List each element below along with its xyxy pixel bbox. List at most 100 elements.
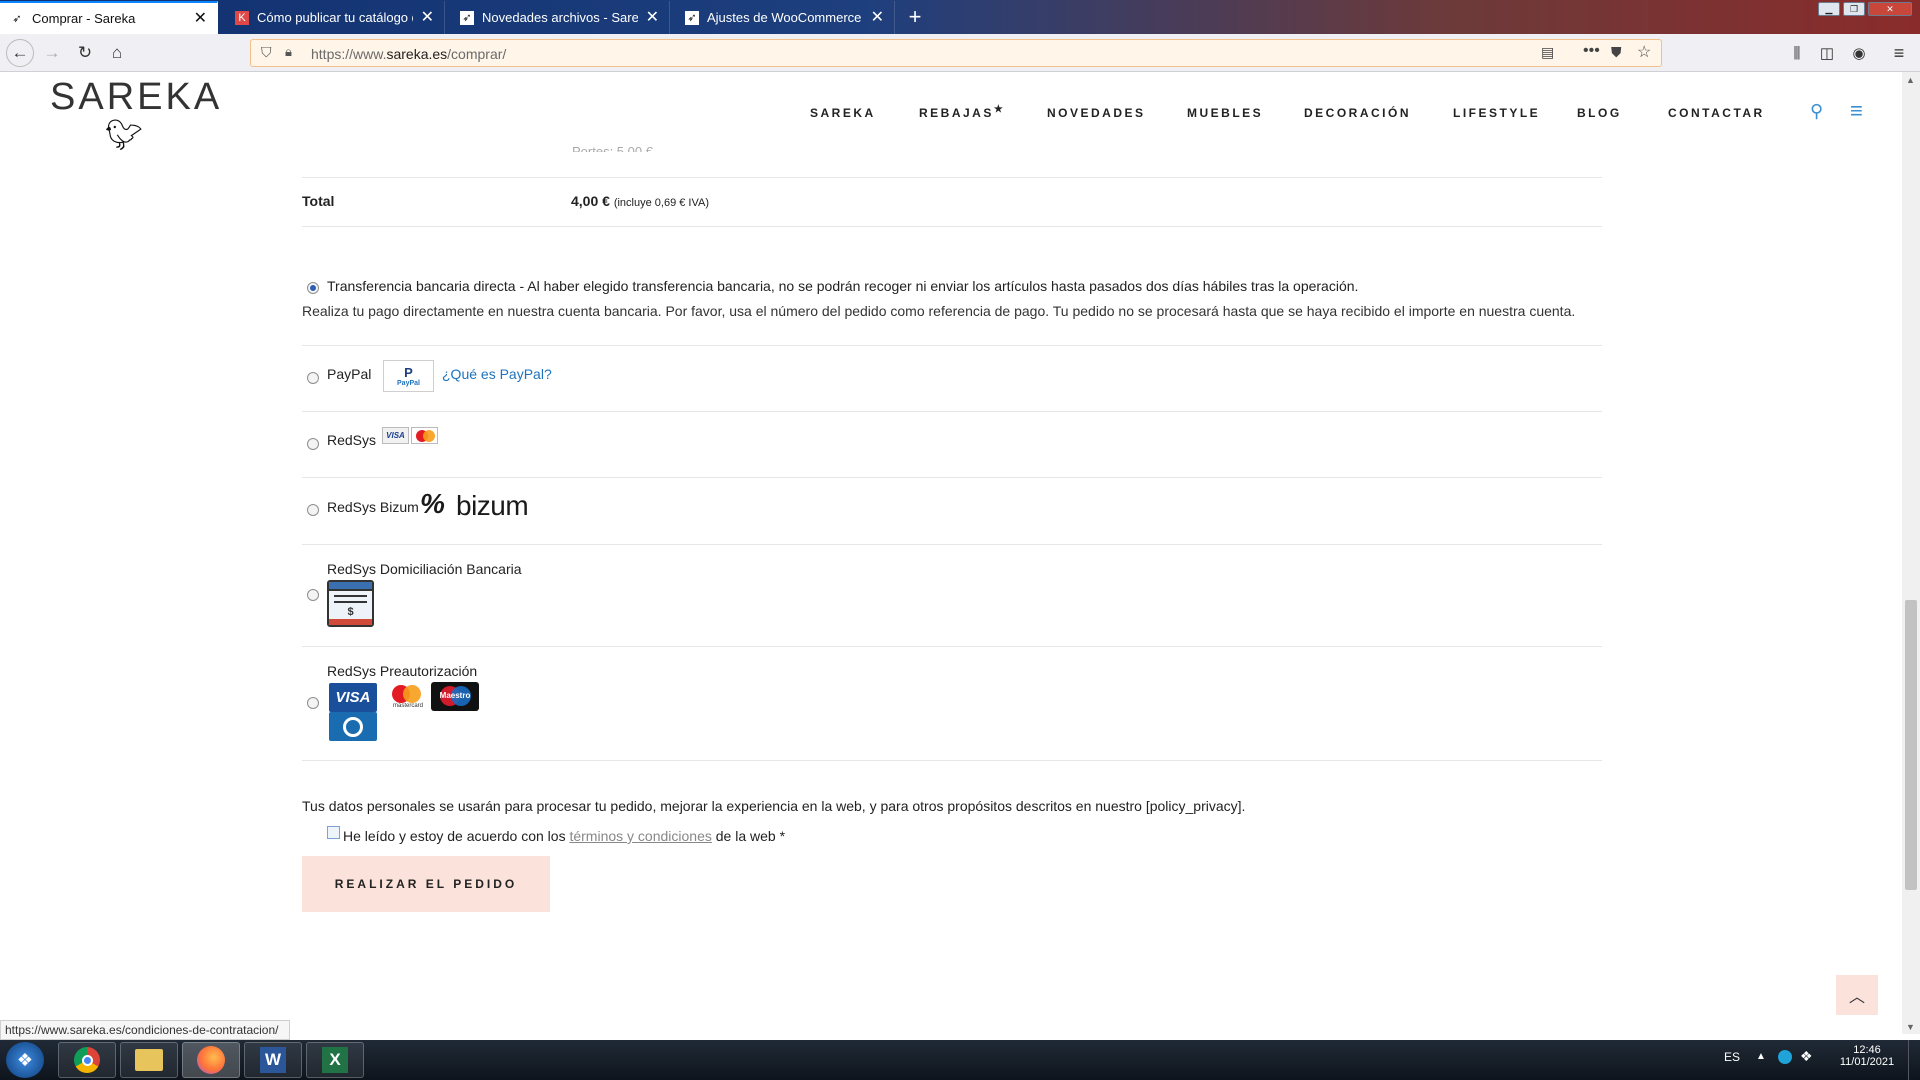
site-logo[interactable]: SAREKA <box>50 76 222 119</box>
browser-nav-bar: ← → ↻ ⌂ ⛉ 🔒︎ https://www.sareka.es/compr… <box>0 34 1920 72</box>
home-icon[interactable]: ⌂ <box>103 39 131 67</box>
chrome-taskbar-icon[interactable] <box>58 1042 116 1078</box>
privacy-text: Tus datos personales se usarán para proc… <box>302 798 1246 814</box>
bizum-label: RedSys Bizum <box>327 499 419 515</box>
clock[interactable]: 12:46 11/01/2021 <box>1832 1044 1902 1068</box>
tab-woocommerce[interactable]: ➶ Ajustes de WooCommerce < Sa ✕ <box>675 1 895 34</box>
bird-icon: ➶ <box>12 13 22 25</box>
account-icon[interactable]: ◉ <box>1845 39 1873 67</box>
pocket-icon[interactable]: ⛊ <box>1611 44 1622 61</box>
start-button-icon[interactable]: ❖ <box>6 1042 44 1078</box>
divider <box>302 544 1602 545</box>
bookmark-star-icon[interactable]: ☆ <box>1637 42 1651 62</box>
radio-redsys[interactable] <box>307 438 319 450</box>
tab-novedades[interactable]: ➶ Novedades archivos - Sareka ✕ <box>450 1 670 34</box>
domiciliacion-label: RedSys Domiciliación Bancaria <box>327 561 522 577</box>
mastercard-icon: mastercard <box>384 683 432 712</box>
divider <box>302 411 1602 412</box>
excel-taskbar-icon[interactable]: X <box>306 1042 364 1078</box>
tab-comprar[interactable]: ➶ Comprar - Sareka ✕ <box>0 1 218 34</box>
tab-title: Ajustes de WooCommerce < Sa <box>707 10 863 25</box>
menu-muebles[interactable]: MUEBLES <box>1187 106 1263 120</box>
menu-blog[interactable]: BLOG <box>1577 106 1622 120</box>
divider <box>302 760 1602 761</box>
scroll-up-arrow-icon[interactable]: ▲ <box>1906 75 1915 85</box>
total-label: Total <box>302 193 335 209</box>
word-taskbar-icon[interactable]: W <box>244 1042 302 1078</box>
site-favicon-icon: K <box>235 10 249 25</box>
bank-calendar-icon: $ <box>327 580 374 627</box>
new-tab-plus-icon[interactable]: + <box>900 3 930 31</box>
radio-transferencia[interactable] <box>307 282 319 294</box>
reload-icon[interactable]: ↻ <box>71 39 99 67</box>
close-tab-icon[interactable]: ✕ <box>421 9 434 26</box>
back-arrow-icon[interactable]: ← <box>6 39 34 67</box>
menu-toggle-icon[interactable]: ≡ <box>1850 98 1863 124</box>
close-tab-icon[interactable]: ✕ <box>871 9 884 26</box>
hamburger-menu-icon[interactable]: ≡ <box>1885 39 1913 67</box>
terms-checkbox[interactable] <box>327 826 340 839</box>
close-tab-icon[interactable]: ✕ <box>646 9 659 26</box>
mastercard-icon <box>411 427 438 444</box>
shipping-cut-line: Portes: 5,00 € <box>572 144 653 152</box>
paypal-p-icon: P <box>404 365 413 380</box>
file-explorer-taskbar-icon[interactable] <box>120 1042 178 1078</box>
terms-link[interactable]: términos y condiciones <box>569 828 711 844</box>
library-icon[interactable]: ⫼ <box>1783 39 1811 67</box>
transfer-description: Realiza tu pago directamente en nuestra … <box>302 303 1576 319</box>
radio-preautorizacion[interactable] <box>307 697 319 709</box>
terms-suffix: de la web * <box>715 828 786 844</box>
url-text: https://www.sareka.es/comprar/ <box>311 46 507 62</box>
more-actions-icon[interactable]: ••• <box>1583 42 1600 60</box>
menu-novedades[interactable]: NOVEDADES <box>1047 106 1146 120</box>
close-window-icon[interactable]: ✕ <box>1868 2 1912 16</box>
language-indicator[interactable]: ES <box>1724 1050 1740 1064</box>
windows-taskbar: ❖ W X ES ▲ ❖ 12:46 11/01/2021 <box>0 1040 1920 1080</box>
paypal-logo-text: PayPal <box>397 380 420 387</box>
divider <box>302 177 1602 178</box>
forward-arrow-icon[interactable]: → <box>38 39 66 67</box>
search-icon[interactable]: ⚲ <box>1810 101 1823 122</box>
menu-rebajas[interactable]: REBAJAS★ <box>919 104 1005 120</box>
menu-contactar[interactable]: CONTACTAR <box>1668 106 1765 120</box>
skype-tray-icon[interactable] <box>1778 1050 1792 1064</box>
address-bar[interactable]: ⛉ 🔒︎ https://www.sareka.es/comprar/ ▤ ••… <box>250 39 1662 67</box>
maestro-text: Maestro <box>439 691 471 700</box>
shield-icon[interactable]: ⛉ <box>261 44 272 61</box>
minimize-icon[interactable]: ▁ <box>1818 2 1840 16</box>
radio-bizum[interactable] <box>307 504 319 516</box>
clock-date: 11/01/2021 <box>1839 1056 1895 1068</box>
terms-line: He leído y estoy de acuerdo con los térm… <box>343 828 785 844</box>
redsys-label: RedSys <box>327 432 377 448</box>
show-desktop-button[interactable] <box>1908 1040 1920 1080</box>
menu-sareka[interactable]: SAREKA <box>810 106 876 120</box>
preauth-label: RedSys Preautorización <box>327 663 478 679</box>
visa-card-icon: VISA <box>382 427 409 444</box>
tab-title: Novedades archivos - Sareka <box>482 10 638 25</box>
divider <box>302 646 1602 647</box>
lock-icon[interactable]: 🔒︎ <box>285 44 292 60</box>
tab-title: Comprar - Sareka <box>32 11 136 26</box>
sidebar-icon[interactable]: ◫ <box>1813 39 1841 67</box>
dropbox-tray-icon[interactable]: ❖ <box>1800 1048 1813 1065</box>
maximize-icon[interactable]: ❐ <box>1843 2 1865 16</box>
divider <box>302 226 1602 227</box>
firefox-taskbar-icon[interactable] <box>182 1042 240 1078</box>
scrollbar-thumb[interactable] <box>1905 600 1917 890</box>
scroll-to-top-button[interactable]: ︿ <box>1836 975 1878 1015</box>
browser-tab-bar: ➶ Comprar - Sareka ✕ K Cómo publicar tu … <box>0 0 1920 34</box>
what-is-paypal-link[interactable]: ¿Qué es PayPal? <box>442 366 552 382</box>
hummingbird-logo-icon: 🐦︎ <box>105 119 144 152</box>
tab-catalogo[interactable]: K Cómo publicar tu catálogo de p ✕ <box>225 1 445 34</box>
terms-prefix: He leído y estoy de acuerdo con los <box>343 828 566 844</box>
tray-expand-icon[interactable]: ▲ <box>1756 1051 1766 1062</box>
radio-paypal[interactable] <box>307 372 319 384</box>
radio-domiciliacion[interactable] <box>307 589 319 601</box>
menu-decoracion[interactable]: DECORACIÓN <box>1304 106 1411 120</box>
close-tab-icon[interactable]: ✕ <box>194 10 207 27</box>
reader-view-icon[interactable]: ▤ <box>1541 44 1554 61</box>
scroll-down-arrow-icon[interactable]: ▼ <box>1906 1022 1915 1032</box>
divider <box>302 477 1602 478</box>
place-order-button[interactable]: REALIZAR EL PEDIDO <box>302 856 550 912</box>
menu-lifestyle[interactable]: LIFESTYLE <box>1453 106 1540 120</box>
